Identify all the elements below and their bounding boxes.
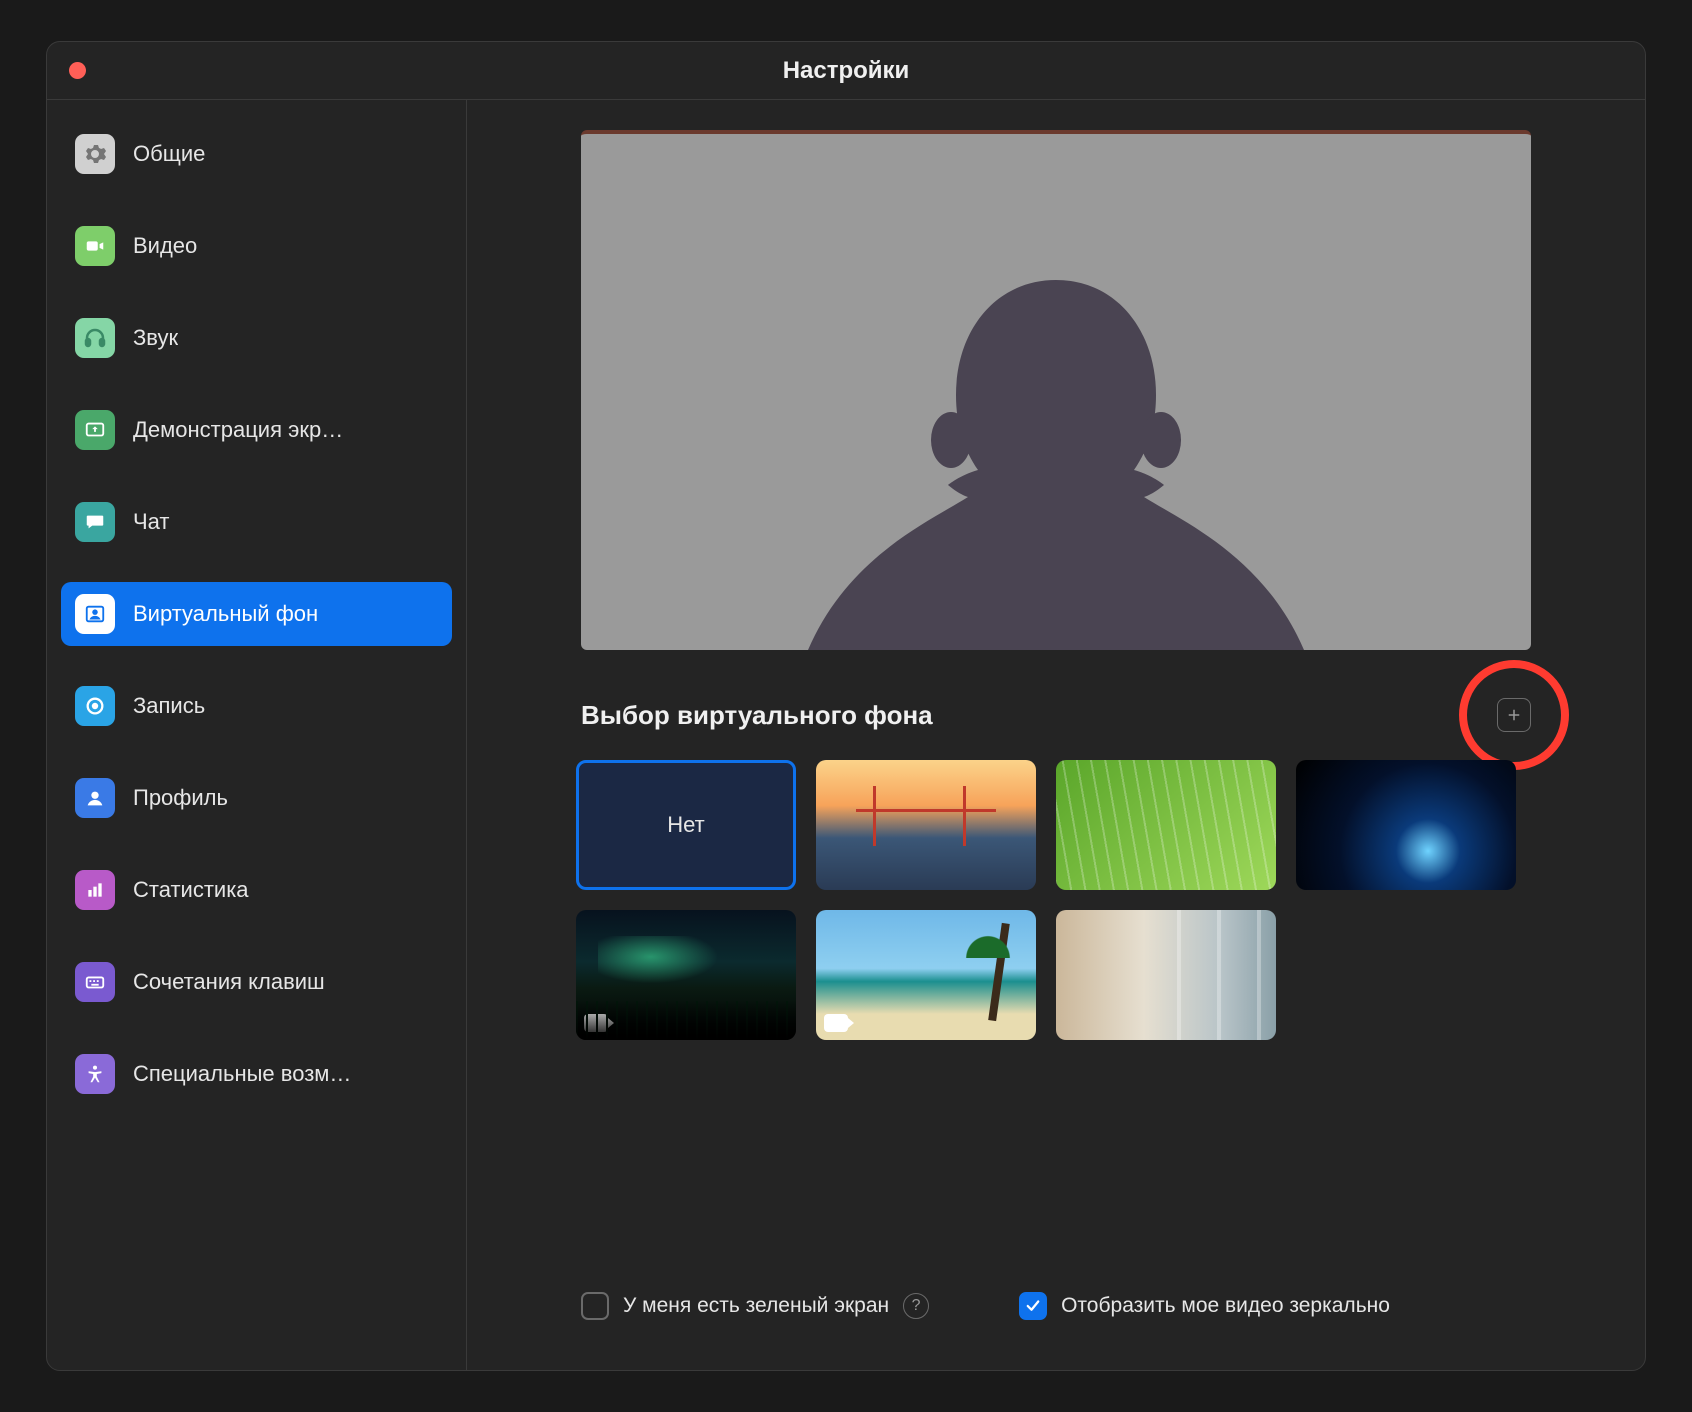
background-option-label: Нет (667, 812, 704, 838)
video-preview (581, 130, 1531, 650)
option-label: У меня есть зеленый экран (623, 1294, 889, 1318)
sidebar-item-label: Общие (133, 141, 205, 167)
background-option-bridge[interactable] (816, 760, 1036, 890)
background-option-aurora[interactable] (576, 910, 796, 1040)
background-thumbnails: Нет (576, 760, 1536, 1040)
help-icon[interactable]: ? (903, 1293, 929, 1319)
sidebar-item-statistics[interactable]: Статистика (61, 858, 452, 922)
share-screen-icon (75, 410, 115, 450)
sidebar-item-accessibility[interactable]: Специальные возм… (61, 1042, 452, 1106)
check-icon (1024, 1297, 1042, 1315)
add-background-button[interactable] (1497, 698, 1531, 732)
stats-icon (75, 870, 115, 910)
sidebar-item-label: Профиль (133, 785, 228, 811)
sidebar-item-profile[interactable]: Профиль (61, 766, 452, 830)
green-screen-checkbox[interactable] (581, 1292, 609, 1320)
video-badge-icon (824, 1014, 848, 1032)
section-title: Выбор виртуального фона (581, 700, 933, 731)
chat-icon (75, 502, 115, 542)
green-screen-option: У меня есть зеленый экран ? (581, 1292, 929, 1320)
background-option-none[interactable]: Нет (576, 760, 796, 890)
background-option-beach[interactable] (816, 910, 1036, 1040)
sidebar-item-label: Специальные возм… (133, 1061, 351, 1087)
sidebar-item-label: Статистика (133, 877, 249, 903)
sidebar-item-general[interactable]: Общие (61, 122, 452, 186)
mirror-video-checkbox[interactable] (1019, 1292, 1047, 1320)
sidebar-item-share-screen[interactable]: Демонстрация экр… (61, 398, 452, 462)
video-badge-icon (584, 1014, 608, 1032)
sidebar-item-label: Демонстрация экр… (133, 417, 343, 443)
sidebar-item-label: Чат (133, 509, 170, 535)
sidebar-item-chat[interactable]: Чат (61, 490, 452, 554)
background-option-grass[interactable] (1056, 760, 1276, 890)
close-window-button[interactable] (69, 62, 86, 79)
footer-options: У меня есть зеленый экран ? Отобразить м… (581, 1252, 1531, 1320)
sidebar-item-label: Видео (133, 233, 197, 259)
video-icon (75, 226, 115, 266)
gear-icon (75, 134, 115, 174)
sidebar-item-label: Виртуальный фон (133, 601, 318, 627)
sidebar-item-label: Сочетания клавиш (133, 969, 325, 995)
option-label: Отобразить мое видео зеркально (1061, 1294, 1390, 1318)
avatar-silhouette-icon (581, 130, 1531, 650)
titlebar: Настройки (47, 42, 1645, 100)
sidebar-item-label: Запись (133, 693, 205, 719)
sidebar-item-video[interactable]: Видео (61, 214, 452, 278)
record-icon (75, 686, 115, 726)
plus-icon (1505, 706, 1523, 724)
headphones-icon (75, 318, 115, 358)
settings-sidebar: Общие Видео Звук Демонстрация экр… (47, 100, 467, 1370)
keyboard-icon (75, 962, 115, 1002)
background-option-room[interactable] (1056, 910, 1276, 1040)
settings-window: Настройки Общие Видео Звук (46, 41, 1646, 1371)
accessibility-icon (75, 1054, 115, 1094)
window-controls (69, 62, 86, 79)
profile-icon (75, 778, 115, 818)
sidebar-item-audio[interactable]: Звук (61, 306, 452, 370)
sidebar-item-virtual-background[interactable]: Виртуальный фон (61, 582, 452, 646)
background-option-earth[interactable] (1296, 760, 1516, 890)
window-title: Настройки (47, 57, 1645, 85)
virtual-background-panel: Выбор виртуального фона Нет (467, 100, 1645, 1370)
sidebar-item-recording[interactable]: Запись (61, 674, 452, 738)
virtual-bg-icon (75, 594, 115, 634)
mirror-video-option: Отобразить мое видео зеркально (1019, 1292, 1390, 1320)
sidebar-item-label: Звук (133, 325, 178, 351)
sidebar-item-keyboard-shortcuts[interactable]: Сочетания клавиш (61, 950, 452, 1014)
